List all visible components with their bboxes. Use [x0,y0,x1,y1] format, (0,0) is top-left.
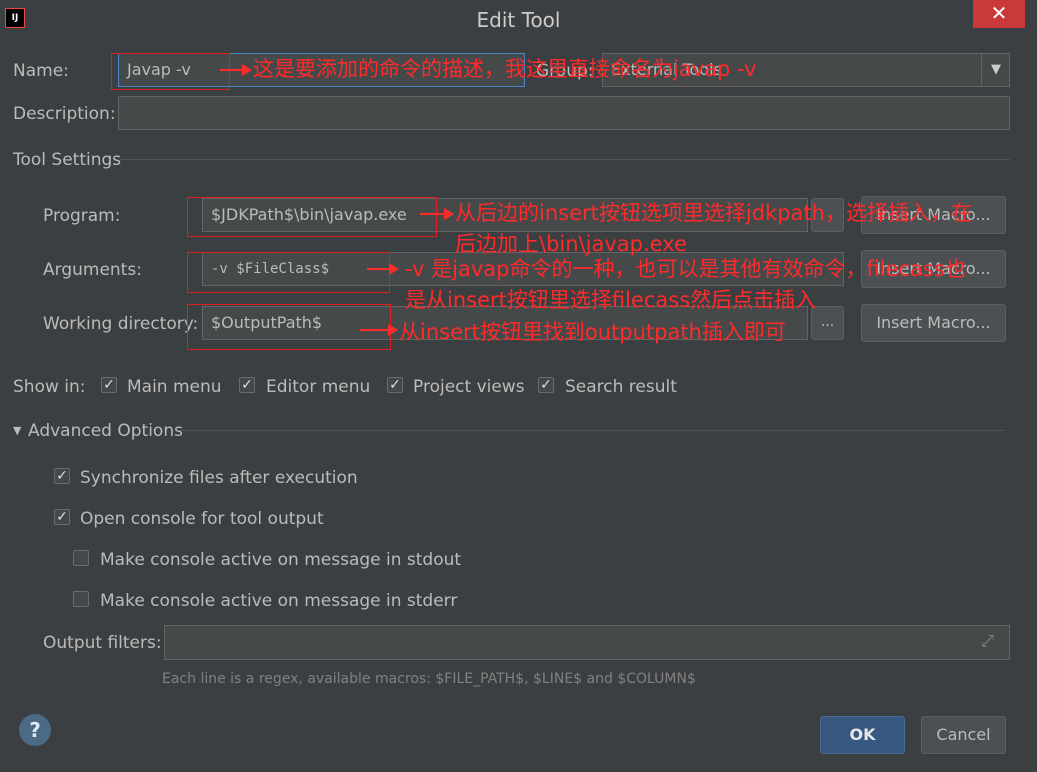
console-active-stderr-label: Make console active on message in stderr [100,591,458,611]
main-menu-checkbox[interactable]: ✓ [101,377,117,393]
console-active-stdout-checkbox[interactable] [73,550,89,566]
description-label: Description: [13,104,116,124]
editor-menu-label: Editor menu [266,377,371,397]
arguments-arrow [367,263,399,275]
ok-button[interactable]: OK [820,716,905,754]
synchronize-files-checkbox[interactable]: ✓ [54,468,70,484]
name-annotation: 这是要添加的命令的描述，我这里直接命名为javap -v [253,57,757,81]
main-menu-label: Main menu [127,377,222,397]
chevron-down-icon[interactable]: ▼ [981,54,1010,86]
working-directory-label: Working directory: [43,314,199,334]
collapse-triangle-icon[interactable]: ▼ [13,424,21,437]
console-active-stdout-label: Make console active on message in stdout [100,550,462,570]
advanced-options-heading[interactable]: Advanced Options [28,421,183,441]
program-highlight-box [187,197,437,237]
console-active-stderr-checkbox[interactable] [73,591,89,607]
open-console-label: Open console for tool output [80,509,324,529]
tool-settings-separator [120,159,1010,160]
working-directory-highlight-box [187,304,391,350]
arguments-label: Arguments: [43,260,142,280]
project-views-label: Project views [413,377,525,397]
working-directory-insert-macro-button[interactable]: Insert Macro... [861,304,1006,342]
cancel-button[interactable]: Cancel [921,716,1006,754]
open-console-checkbox[interactable]: ✓ [54,509,70,525]
help-button[interactable]: ? [19,714,51,746]
project-views-checkbox[interactable]: ✓ [387,377,403,393]
expand-icon[interactable]: ⤢ [981,631,994,651]
advanced-options-separator [180,430,1005,431]
description-input[interactable] [118,96,1010,130]
name-highlight-box [111,53,230,90]
program-arrow [420,208,454,220]
output-filters-input[interactable] [164,625,1010,660]
dialog-title: Edit Tool [476,8,561,32]
working-directory-annotation: 从insert按钮里找到outputpath插入即可 [399,320,786,344]
working-directory-arrow [360,324,398,336]
editor-menu-checkbox[interactable]: ✓ [239,377,255,393]
program-annotation-line-1: 从后边的insert按钮选项里选择jdkpath，选择插入，在 [455,201,972,225]
tool-settings-heading: Tool Settings [13,150,122,170]
search-result-label: Search result [565,377,677,397]
search-result-checkbox[interactable]: ✓ [538,377,554,393]
arguments-annotation-line-2: 是从insert按钮里选择filecass然后点击插入 [405,288,817,312]
name-arrow [220,64,252,76]
output-filters-hint: Each line is a regex, available macros: … [162,671,696,687]
close-button[interactable]: ✕ [973,0,1025,28]
arguments-annotation-line-1: -v 是javap命令的一种，也可以是其他有效命令，filecass也 [405,257,966,281]
show-in-label: Show in: [13,377,86,397]
synchronize-files-label: Synchronize files after execution [80,468,358,488]
output-filters-label: Output filters: [43,633,162,653]
program-label: Program: [43,206,121,226]
name-label: Name: [13,61,69,81]
arguments-highlight-box [187,252,390,293]
